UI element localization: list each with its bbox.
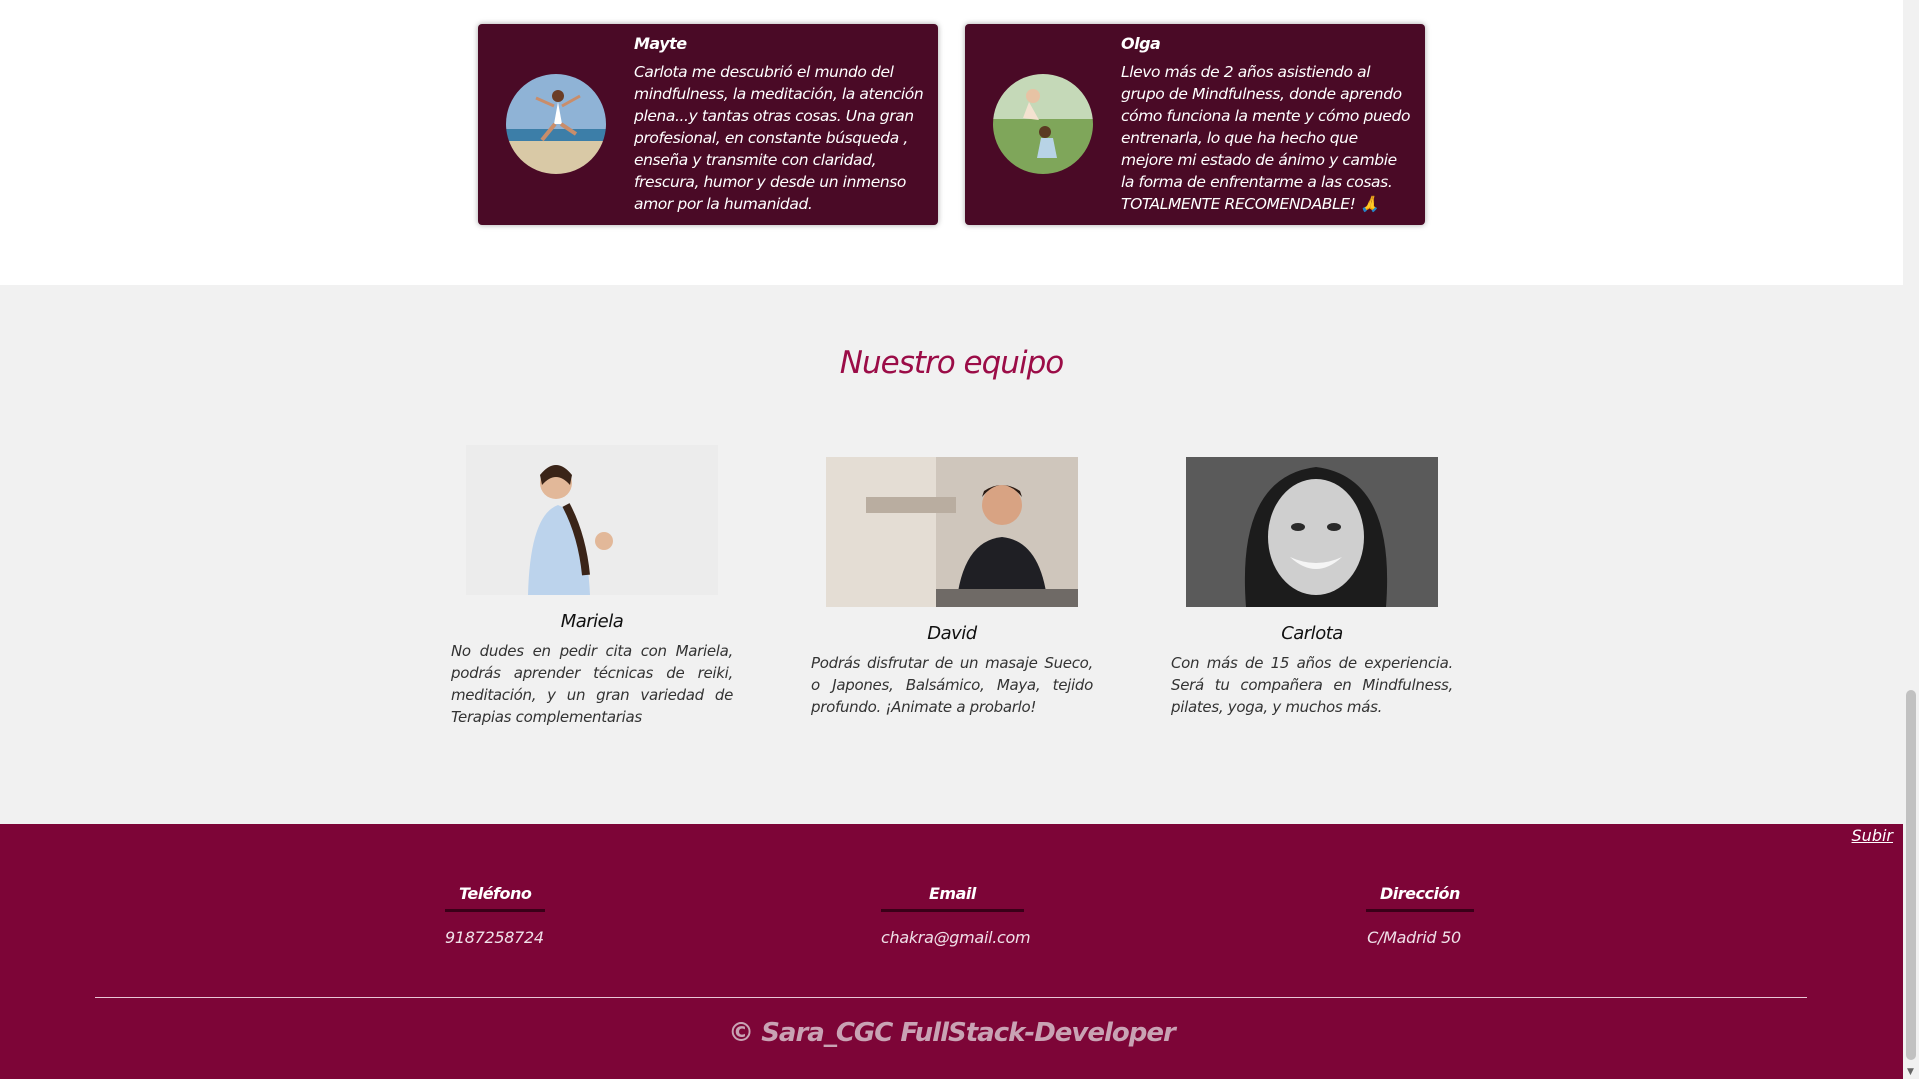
footer-phone: Teléfono 9187258724 <box>445 884 546 947</box>
team-member-name: Carlota <box>1281 623 1343 644</box>
footer-phone-value: 9187258724 <box>445 928 544 947</box>
scroll-down-arrow-icon[interactable]: ▼ <box>1907 1067 1914 1077</box>
team-member-description: No dudes en pedir cita con Mariela, podr… <box>451 642 733 726</box>
team-title: Nuestro equipo <box>839 345 1064 381</box>
footer-email-value[interactable]: chakra@gmail.com <box>881 928 1031 947</box>
testimonial-card-olga: Olga Llevo más de 2 años asistiendo al g… <box>965 24 1425 225</box>
team-member-mariela: Mariela No dudes en pedir cita con Marie… <box>451 445 733 728</box>
team-member-david: David Podrás disfrutar de un masaje Suec… <box>811 457 1093 718</box>
testimonial-avatar-mayte <box>506 74 606 174</box>
page: Mayte Carlota me descubrió el mundo del … <box>0 0 1903 1079</box>
team-section: Nuestro equipo Mariela No dudes en pedir… <box>0 285 1903 824</box>
testimonial-card-mayte: Mayte Carlota me descubrió el mundo del … <box>478 24 938 225</box>
footer-phone-heading: Teléfono <box>445 884 546 912</box>
copyright: © Sara_CGC FullStack-Developer <box>728 1018 1176 1048</box>
vertical-scrollbar[interactable]: ▼ <box>1903 0 1919 1079</box>
footer-address: Dirección C/Madrid 50 <box>1366 884 1474 947</box>
team-member-description: Con más de 15 años de experiencia. Será … <box>1171 654 1453 716</box>
testimonial-avatar-olga <box>993 74 1093 174</box>
team-member-name: David <box>927 623 977 644</box>
testimonial-text: Llevo más de 2 años asistiendo al grupo … <box>1121 63 1411 213</box>
team-photo-mariela <box>466 445 718 595</box>
footer-address-value: C/Madrid 50 <box>1367 928 1461 947</box>
team-photo-david <box>826 457 1078 607</box>
team-member-description: Podrás disfrutar de un masaje Sueco, o J… <box>811 654 1093 716</box>
footer-address-heading: Dirección <box>1366 884 1474 912</box>
testimonial-text: Carlota me descubrió el mundo del mindfu… <box>634 63 924 213</box>
testimonial-name: Olga <box>1121 34 1161 53</box>
footer-email-heading: Email <box>881 884 1024 912</box>
scroll-top-link[interactable]: Subir <box>1852 826 1893 845</box>
footer-divider <box>95 997 1807 998</box>
footer: Subir Teléfono 9187258724 Email chakra@g… <box>0 824 1903 1079</box>
scrollbar-thumb[interactable] <box>1906 690 1916 1060</box>
testimonial-name: Mayte <box>634 34 687 53</box>
team-member-carlota: Carlota Con más de 15 años de experienci… <box>1171 457 1453 718</box>
footer-email: Email chakra@gmail.com <box>881 884 1031 947</box>
team-photo-carlota <box>1186 457 1438 607</box>
testimonials-section: Mayte Carlota me descubrió el mundo del … <box>0 0 1903 285</box>
team-member-name: Mariela <box>560 611 624 632</box>
